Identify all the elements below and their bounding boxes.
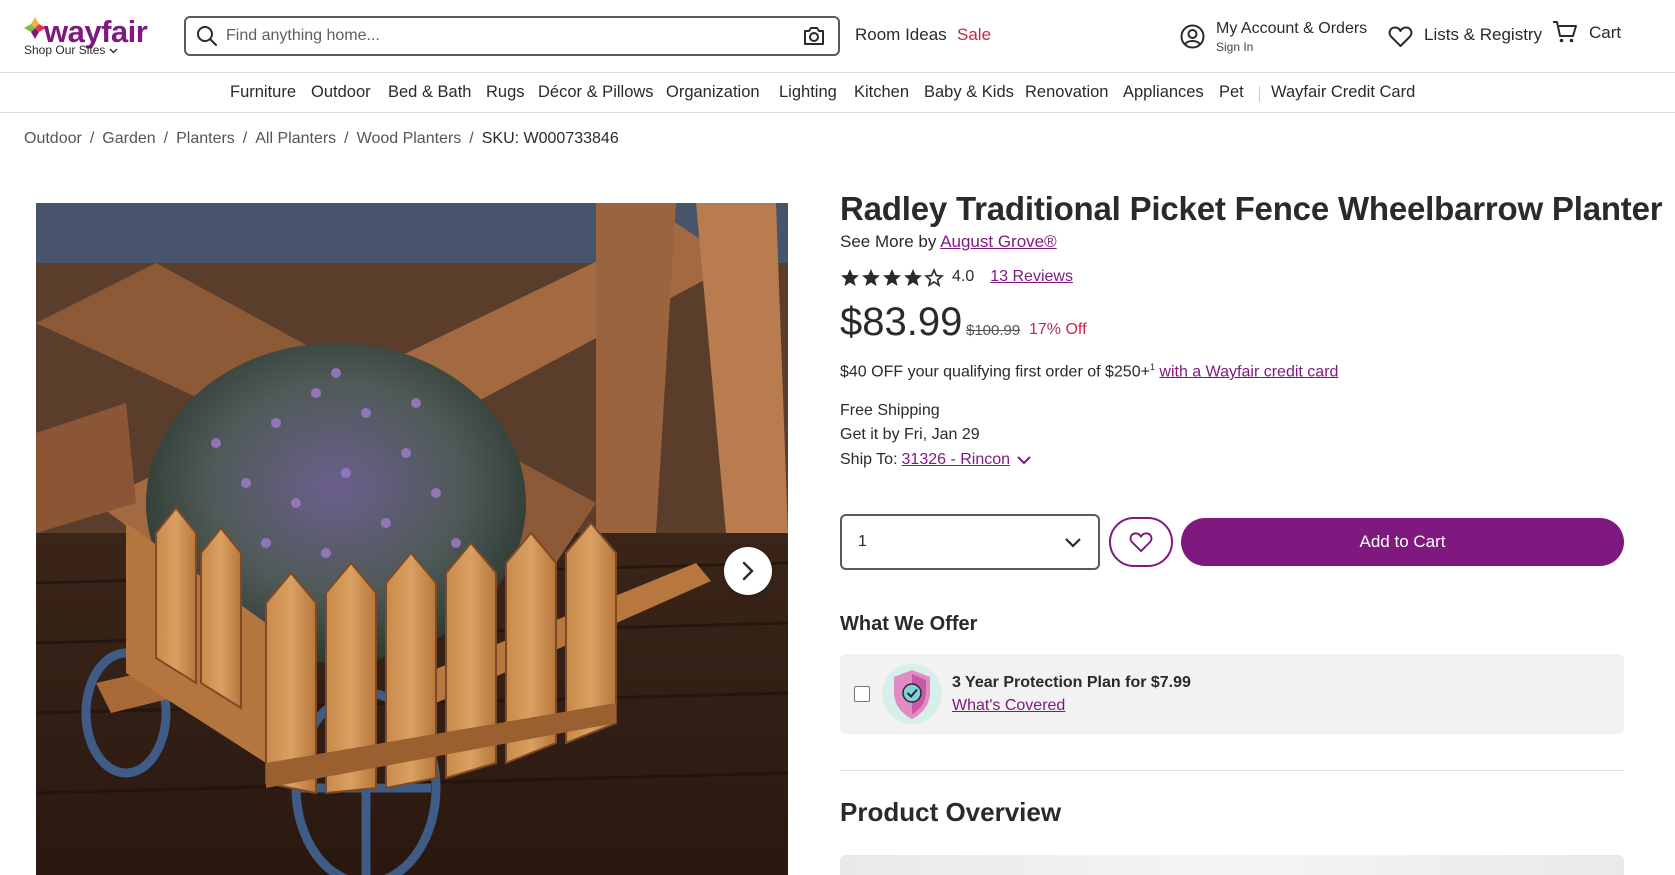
product-image[interactable] — [36, 203, 788, 875]
breadcrumb-wood-planters[interactable]: Wood Planters — [357, 130, 462, 148]
breadcrumb-planters[interactable]: Planters — [176, 130, 235, 148]
nav-baby-kids[interactable]: Baby & Kids — [924, 83, 1014, 102]
heart-icon — [1129, 532, 1153, 553]
nav-bed-bath[interactable]: Bed & Bath — [388, 83, 471, 102]
wayfair-logo[interactable]: wayfair Shop Our Sites — [22, 10, 162, 60]
breadcrumb-outdoor[interactable]: Outdoor — [24, 130, 82, 148]
quantity-select[interactable]: 1 — [840, 514, 1100, 570]
breadcrumb-separator: / — [163, 130, 169, 147]
promo-footnote: 1 — [1149, 362, 1155, 372]
what-we-offer-heading: What We Offer — [840, 613, 978, 635]
protection-plan-title: 3 Year Protection Plan for $7.99 — [952, 674, 1191, 691]
whats-covered-link[interactable]: What's Covered — [952, 697, 1065, 715]
account-title: My Account & Orders — [1216, 20, 1368, 37]
protection-plan-card: 3 Year Protection Plan for $7.99 What's … — [840, 654, 1624, 734]
star-icon — [841, 268, 859, 286]
sign-in-link[interactable]: Sign In — [1216, 40, 1253, 54]
nav-furniture[interactable]: Furniture — [230, 83, 296, 102]
nav-decor-pillows[interactable]: Décor & Pillows — [538, 83, 654, 102]
rating-value: 4.0 — [952, 268, 975, 285]
next-image-button[interactable] — [724, 547, 772, 595]
brand-link[interactable]: August Grove® — [940, 232, 1056, 251]
loading-placeholder — [840, 855, 1624, 875]
breadcrumb-garden[interactable]: Garden — [102, 130, 155, 148]
nav-divider — [1259, 86, 1260, 102]
nav-organization[interactable]: Organization — [666, 83, 760, 102]
account-menu[interactable]: My Account & Orders Sign In — [1180, 18, 1380, 58]
nav-appliances[interactable]: Appliances — [1123, 83, 1204, 102]
shield-check-icon — [882, 664, 942, 724]
ship-to-label: Ship To: — [840, 451, 898, 468]
site-header: wayfair Shop Our Sites Room Ideas Sale M… — [0, 0, 1675, 73]
star-rating — [840, 267, 944, 287]
nav-kitchen[interactable]: Kitchen — [854, 83, 909, 102]
shop-our-sites-menu[interactable]: Shop Our Sites — [24, 43, 118, 57]
add-to-favorites-button[interactable] — [1109, 517, 1173, 567]
product-overview-heading: Product Overview — [840, 797, 1062, 827]
credit-card-link[interactable]: with a Wayfair credit card — [1159, 363, 1338, 380]
discount-badge: 17% Off — [1029, 321, 1087, 338]
breadcrumb: Outdoor / Garden / Planters / All Plante… — [24, 129, 619, 149]
breadcrumb-separator: / — [469, 130, 474, 147]
chevron-down-icon — [1065, 538, 1081, 548]
nav-lighting[interactable]: Lighting — [779, 83, 837, 102]
heart-icon — [1388, 26, 1413, 47]
star-icon — [862, 268, 880, 286]
cart-label: Cart — [1589, 23, 1622, 42]
breadcrumb-all-planters[interactable]: All Planters — [255, 130, 336, 148]
star-empty-icon — [924, 267, 944, 287]
shop-our-sites-label: Shop Our Sites — [24, 43, 106, 57]
sale-link[interactable]: Sale — [957, 25, 991, 45]
nav-rugs[interactable]: Rugs — [486, 83, 525, 102]
quantity-value: 1 — [858, 533, 867, 550]
breadcrumb-separator: / — [89, 130, 95, 147]
account-icon — [1180, 24, 1205, 49]
sale-price: $83.99 — [840, 300, 963, 344]
chevron-right-icon — [742, 561, 754, 581]
star-icon — [904, 268, 922, 286]
search-icon[interactable] — [196, 25, 218, 47]
breadcrumb-sku: SKU: W000733846 — [481, 130, 619, 147]
camera-icon[interactable] — [802, 25, 826, 47]
breadcrumb-separator: / — [242, 130, 248, 147]
add-to-cart-button[interactable]: Add to Cart — [1181, 518, 1624, 566]
nav-outdoor[interactable]: Outdoor — [311, 83, 371, 102]
star-icon — [883, 268, 901, 286]
nav-pet[interactable]: Pet — [1219, 83, 1244, 102]
nav-renovation[interactable]: Renovation — [1025, 83, 1108, 102]
brand-line: See More by August Grove® — [840, 232, 1057, 252]
lists-label: Lists & Registry — [1424, 25, 1543, 44]
cart-icon — [1553, 21, 1577, 43]
original-price: $100.99 — [966, 322, 1021, 339]
chevron-down-icon — [109, 48, 118, 54]
chevron-down-icon[interactable] — [1016, 454, 1032, 466]
product-rating: 4.0 13 Reviews — [840, 266, 1073, 288]
credit-card-promo: $40 OFF your qualifying first order of $… — [840, 362, 1338, 381]
product-title: Radley Traditional Picket Fence Wheelbar… — [840, 190, 1663, 227]
ship-to-zip-link[interactable]: 31326 - Rincon — [902, 451, 1011, 469]
delivery-date: Get it by Fri, Jan 29 — [840, 426, 980, 443]
section-divider — [840, 770, 1624, 771]
promo-text: $40 OFF your qualifying first order of $… — [840, 363, 1150, 381]
protection-plan-checkbox[interactable] — [854, 686, 870, 702]
nav-wayfair-credit-card[interactable]: Wayfair Credit Card — [1271, 83, 1415, 102]
breadcrumb-separator: / — [344, 130, 349, 147]
free-shipping: Free Shipping — [840, 402, 940, 419]
search-input[interactable] — [226, 19, 802, 53]
room-ideas-link[interactable]: Room Ideas — [855, 25, 947, 45]
see-more-label: See More by — [840, 232, 937, 251]
wheelbarrow-planter-photo — [36, 203, 788, 875]
search-bar — [184, 16, 840, 56]
reviews-link[interactable]: 13 Reviews — [990, 268, 1073, 286]
ship-to: Ship To: 31326 - Rincon — [840, 451, 1032, 469]
category-nav: Furniture Outdoor Bed & Bath Rugs Décor … — [0, 74, 1675, 113]
